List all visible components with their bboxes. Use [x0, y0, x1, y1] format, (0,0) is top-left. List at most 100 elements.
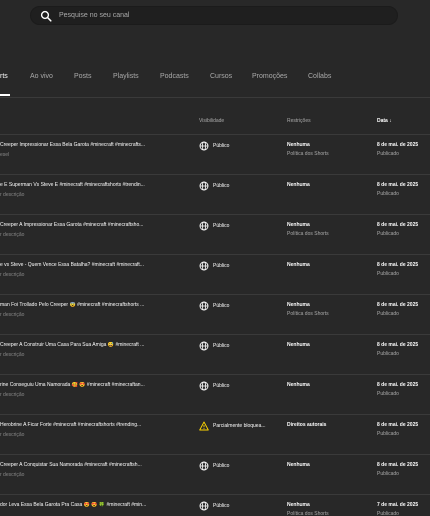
restriction-detail: Política dos Shorts: [287, 151, 329, 157]
visibility-cell[interactable]: Público: [199, 260, 229, 272]
globe-icon: [199, 301, 209, 311]
video-description: r descrição: [0, 192, 25, 198]
video-title[interactable]: Creeper A Construir Uma Casa Para Sua Am…: [0, 342, 185, 349]
visibility-cell[interactable]: Parcialmente bloquea...: [199, 420, 266, 432]
restriction-label: Nenhuma: [287, 182, 310, 188]
channel-tabs: rts Ao vivo Posts Playlists Podcasts Cur…: [0, 68, 430, 98]
visibility-cell[interactable]: Público: [199, 500, 229, 512]
restriction-label: Nenhuma: [287, 382, 310, 388]
visibility-label: Público: [213, 262, 230, 269]
visibility-cell[interactable]: Público: [199, 140, 229, 152]
video-title[interactable]: Creeper Impressionar Essa Bela Garota #m…: [0, 142, 185, 149]
date-label: 8 de mai. de 2025: [377, 142, 419, 148]
globe-icon: [199, 141, 209, 151]
restriction-label: Nenhuma: [287, 502, 310, 508]
video-title[interactable]: e E Superman Vs Steve E #minecraft #mine…: [0, 182, 185, 189]
search-input[interactable]: Pesquise no seu canal: [59, 10, 129, 22]
table-row[interactable]: Creeper A Conquistar Sua Namorada #minec…: [0, 455, 430, 495]
table-row[interactable]: Creeper Impressionar Essa Bela Garota #m…: [0, 135, 430, 175]
video-title[interactable]: dor Leva Essa Bela Garota Pra Casa 😍 😍 🍀…: [0, 502, 185, 509]
video-description: r descrição: [0, 312, 25, 318]
restriction-detail: Política dos Shorts: [287, 511, 329, 516]
restriction-label: Nenhuma: [287, 342, 310, 348]
publish-status: Publicado: [377, 511, 399, 516]
table-row[interactable]: dor Leva Essa Bela Garota Pra Casa 😍 😍 🍀…: [0, 495, 430, 516]
publish-status: Publicado: [377, 311, 399, 317]
visibility-cell[interactable]: Público: [199, 180, 229, 192]
table-row[interactable]: Creeper A Construir Uma Casa Para Sua Am…: [0, 335, 430, 375]
publish-status: Publicado: [377, 351, 399, 357]
restriction-label: Nenhuma: [287, 222, 310, 228]
visibility-cell[interactable]: Público: [199, 380, 229, 392]
search-icon: [40, 10, 52, 22]
visibility-label: Público: [213, 142, 230, 149]
visibility-label: Parcialmente bloquea...: [213, 422, 266, 429]
date-label: 8 de mai. de 2025: [377, 222, 419, 228]
date-label: 8 de mai. de 2025: [377, 182, 419, 188]
tab-shorts[interactable]: rts: [0, 72, 8, 82]
restriction-label: Nenhuma: [287, 462, 310, 468]
video-description: esel: [0, 152, 10, 158]
active-tab-indicator: [0, 94, 10, 96]
globe-icon: [199, 501, 209, 511]
tabs-divider: [0, 97, 430, 98]
video-title[interactable]: Creeper A Conquistar Sua Namorada #minec…: [0, 462, 185, 469]
date-label: 8 de mai. de 2025: [377, 422, 419, 428]
date-label: 8 de mai. de 2025: [377, 382, 419, 388]
video-description: r descrição: [0, 472, 25, 478]
date-label: 8 de mai. de 2025: [377, 462, 419, 468]
visibility-label: Público: [213, 342, 230, 349]
date-label: 7 de mai. de 2025: [377, 502, 419, 508]
video-description: r descrição: [0, 232, 25, 238]
visibility-cell[interactable]: Público: [199, 460, 229, 472]
video-title[interactable]: rine Conseguiu Uma Namorada 🥰 😍 #minecra…: [0, 382, 185, 389]
tab-posts[interactable]: Posts: [74, 72, 92, 82]
table-row[interactable]: Creeper A Impressionar Essa Garota #mine…: [0, 215, 430, 255]
visibility-label: Público: [213, 502, 230, 509]
publish-status: Publicado: [377, 391, 399, 397]
search-box[interactable]: Pesquise no seu canal: [30, 6, 398, 25]
restriction-detail: Política dos Shorts: [287, 311, 329, 317]
video-description: r descrição: [0, 272, 25, 278]
publish-status: Publicado: [377, 151, 399, 157]
visibility-label: Público: [213, 222, 230, 229]
globe-icon: [199, 221, 209, 231]
restriction-label: Nenhuma: [287, 262, 310, 268]
visibility-cell[interactable]: Público: [199, 300, 229, 312]
video-description: r descrição: [0, 392, 25, 398]
visibility-cell[interactable]: Público: [199, 340, 229, 352]
video-title[interactable]: e vs Steve - Quem Vence Essa Batalha? #m…: [0, 262, 185, 269]
tab-promocoes[interactable]: Promoções: [252, 72, 287, 82]
visibility-cell[interactable]: Público: [199, 220, 229, 232]
date-label: 8 de mai. de 2025: [377, 342, 419, 348]
tab-cursos[interactable]: Cursos: [210, 72, 232, 82]
visibility-label: Público: [213, 182, 230, 189]
restriction-label: Nenhuma: [287, 302, 310, 308]
header-visibility[interactable]: Visibilidade: [199, 118, 224, 125]
globe-icon: [199, 381, 209, 391]
tab-ao-vivo[interactable]: Ao vivo: [30, 72, 53, 82]
restriction-label: Direitos autorais: [287, 422, 327, 428]
restriction-detail: Política dos Shorts: [287, 231, 329, 237]
tab-collabs[interactable]: Collabs: [308, 72, 331, 82]
date-label: 8 de mai. de 2025: [377, 302, 419, 308]
table-row[interactable]: man Foi Trollado Pelo Creeper 😨 #minecra…: [0, 295, 430, 335]
video-title[interactable]: Creeper A Impressionar Essa Garota #mine…: [0, 222, 185, 229]
video-title[interactable]: Herobrine A Ficar Forte #minecraft #mine…: [0, 422, 185, 429]
video-title[interactable]: man Foi Trollado Pelo Creeper 😨 #minecra…: [0, 302, 185, 309]
video-description: r descrição: [0, 432, 25, 438]
header-date[interactable]: Data ↓: [377, 118, 392, 125]
table-row[interactable]: Herobrine A Ficar Forte #minecraft #mine…: [0, 415, 430, 455]
tab-playlists[interactable]: Playlists: [113, 72, 139, 82]
warning-icon: [199, 421, 209, 431]
visibility-label: Público: [213, 462, 230, 469]
table-row[interactable]: rine Conseguiu Uma Namorada 🥰 😍 #minecra…: [0, 375, 430, 415]
globe-icon: [199, 261, 209, 271]
table-row[interactable]: e E Superman Vs Steve E #minecraft #mine…: [0, 175, 430, 215]
tab-podcasts[interactable]: Podcasts: [160, 72, 189, 82]
publish-status: Publicado: [377, 231, 399, 237]
restriction-label: Nenhuma: [287, 142, 310, 148]
header-restrictions[interactable]: Restrições: [287, 118, 311, 125]
video-description: r descrição: [0, 352, 25, 358]
table-row[interactable]: e vs Steve - Quem Vence Essa Batalha? #m…: [0, 255, 430, 295]
